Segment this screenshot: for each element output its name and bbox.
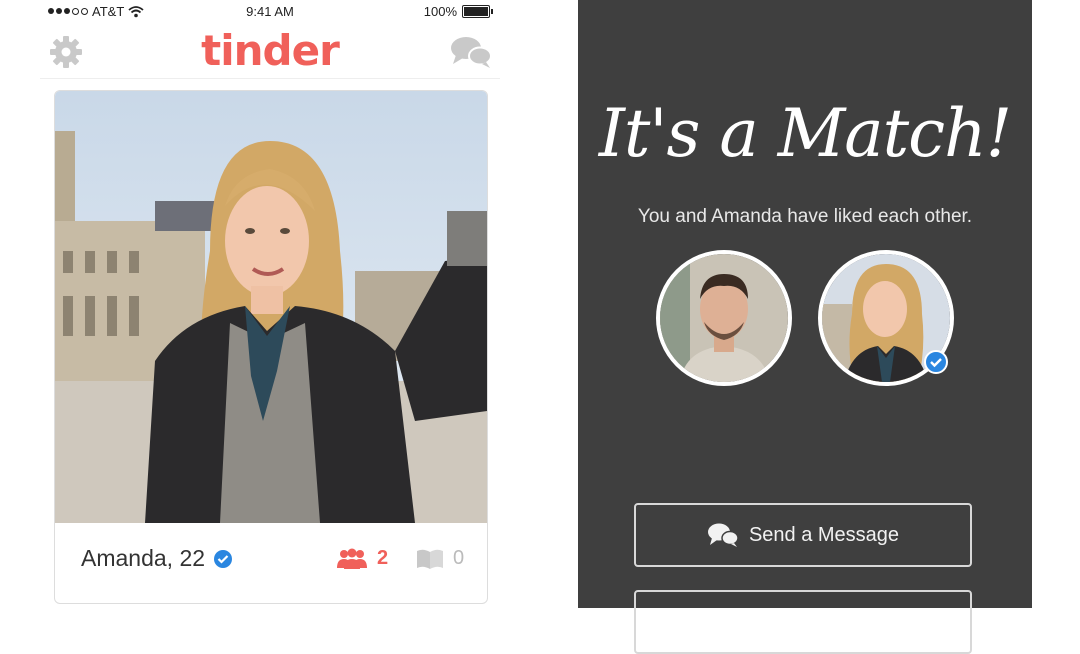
profile-name-age: Amanda, 22 (81, 545, 206, 571)
battery-icon (462, 5, 493, 18)
match-subtitle: You and Amanda have liked each other. (637, 206, 973, 227)
top-nav: tinder (40, 24, 500, 79)
profile-photo (55, 91, 487, 523)
match-title: It's a Match! (598, 95, 1012, 172)
profile-card[interactable]: Amanda, 22 2 0 (54, 90, 488, 604)
secondary-action-button[interactable] (634, 590, 972, 654)
battery-percent: 100% (423, 4, 457, 19)
verified-badge-icon (214, 549, 233, 568)
friends-icon (337, 548, 367, 569)
chat-icon[interactable] (450, 34, 492, 70)
profile-card-footer: Amanda, 22 2 0 (55, 523, 487, 603)
friends-count: 2 (377, 547, 389, 569)
common-friends[interactable]: 2 (335, 547, 388, 570)
match-screen: It's a Match! You and Amanda have liked … (578, 0, 1032, 654)
send-message-label: Send a Message (748, 523, 900, 546)
interests-count: 0 (453, 547, 465, 569)
profile-name: Amanda, 22 (81, 545, 233, 572)
chat-icon (707, 523, 739, 547)
battery-indicator: 100% (423, 4, 493, 19)
profile-screen: AT&T 9:41 AM 100% tinder Amanda, 22 2 0 (40, 0, 500, 608)
tinder-logo: tinder (201, 26, 340, 75)
status-bar: AT&T 9:41 AM 100% (40, 0, 500, 24)
verified-badge-icon (924, 350, 948, 374)
book-icon (417, 549, 443, 569)
my-avatar (656, 250, 792, 386)
my-avatar-photo (660, 254, 788, 382)
send-message-button[interactable]: Send a Message (634, 503, 972, 567)
common-interests[interactable]: 0 (415, 547, 464, 570)
